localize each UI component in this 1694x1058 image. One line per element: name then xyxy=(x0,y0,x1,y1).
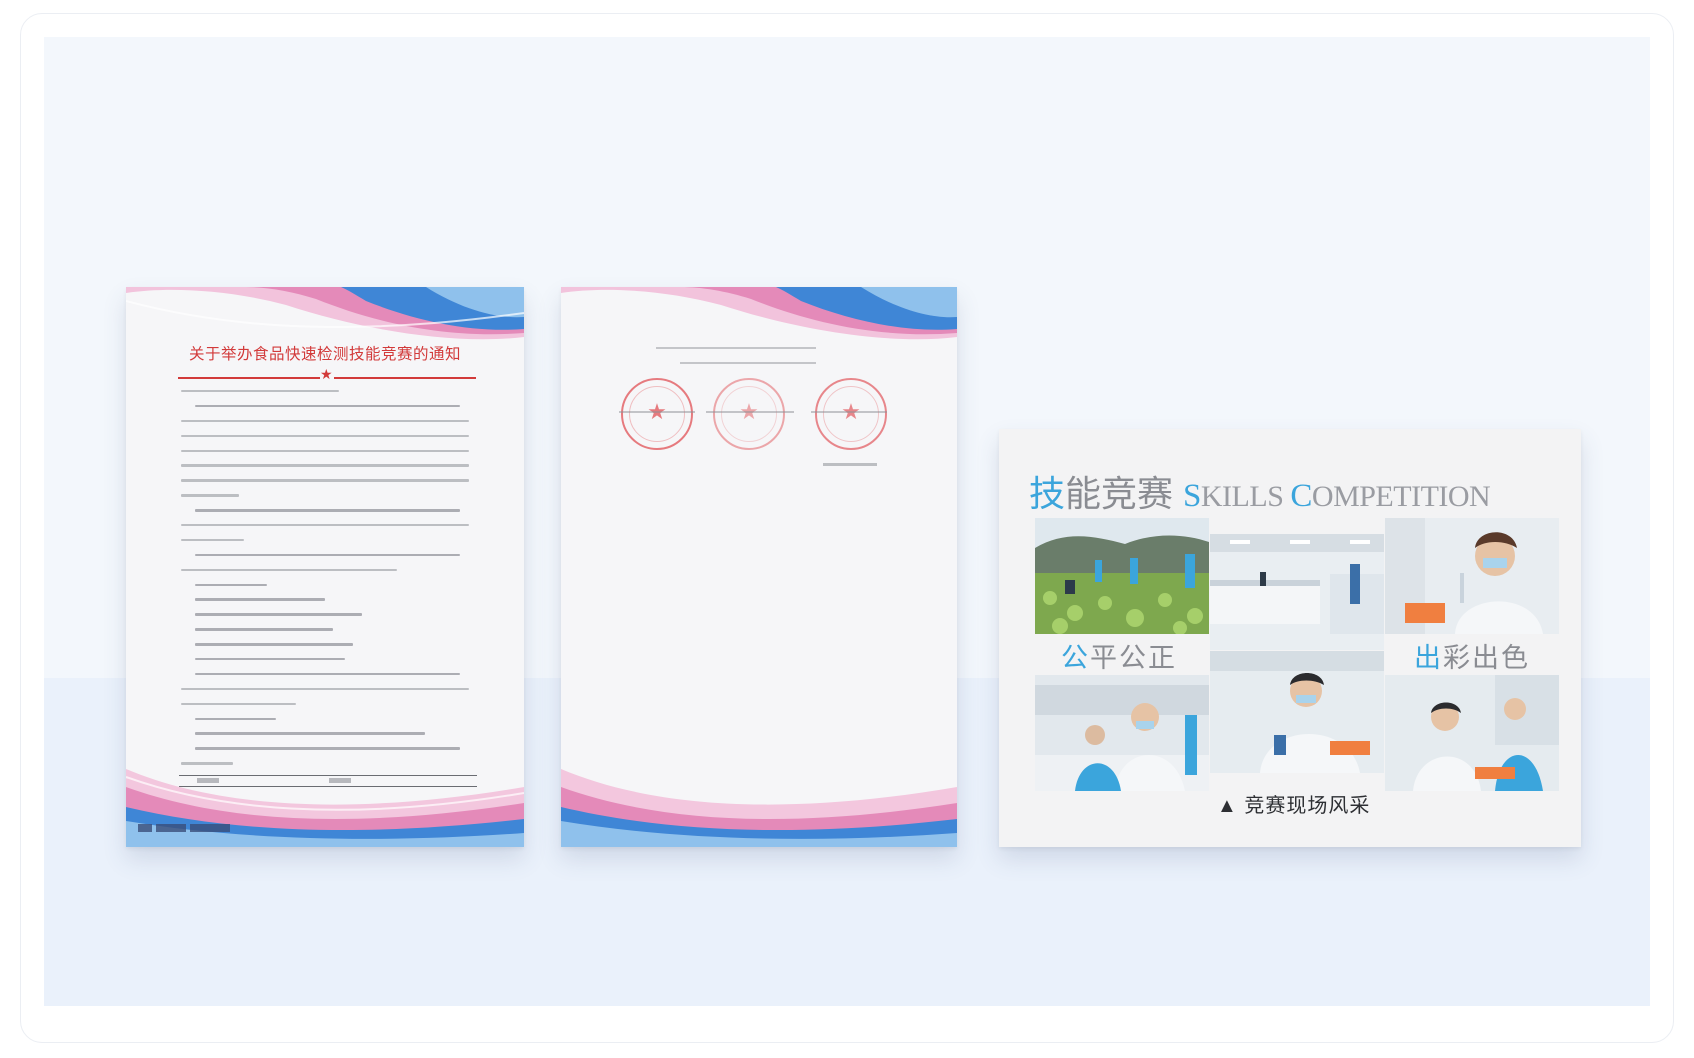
official-seal-3: ★ xyxy=(815,378,887,450)
signature-line-1 xyxy=(619,411,695,413)
card-title-highlight: 技 xyxy=(1029,473,1066,514)
caption-fair-and-just: 公平公正 xyxy=(1061,643,1177,673)
card-title-zh: 能竞赛 xyxy=(1065,473,1174,514)
notice-document-page-2: ★ ★ ★ xyxy=(561,287,957,847)
card-title-en: SKILLS COMPETITION xyxy=(1183,478,1491,514)
notice-title: 关于举办食品快速检测技能竞赛的通知 xyxy=(188,345,461,363)
header-wave-graphic xyxy=(561,287,957,340)
title-rule-left xyxy=(178,377,320,379)
caption-competition-scene: ▲ 竞赛现场风采 xyxy=(1217,795,1371,817)
signature-line-2 xyxy=(706,411,794,413)
notice-body-text xyxy=(181,390,469,777)
footer-wave-graphic xyxy=(561,769,957,847)
showcase-stage: 关于举办食品快速检测技能竞赛的通知 ★ 技能竞赛 SKILLS COMPETIT… xyxy=(44,37,1650,1006)
header-wave-graphic xyxy=(126,287,524,340)
photo-bench-work xyxy=(1385,675,1559,791)
issue-date xyxy=(823,463,877,466)
notice-document-page-1: 关于举办食品快速检测技能竞赛的通知 ★ xyxy=(126,287,524,847)
card-title: 技能竞赛 SKILLS COMPETITION xyxy=(1029,465,1491,517)
caption-outstanding: 出彩出色 xyxy=(1414,643,1530,673)
photo-field-sampling xyxy=(1035,518,1209,634)
official-seal-1: ★ xyxy=(621,378,693,450)
photo-laboratory xyxy=(1210,534,1384,650)
footer-wave-graphic xyxy=(126,769,524,847)
title-rule-right xyxy=(334,377,476,379)
signature-line-3 xyxy=(811,411,887,413)
photo-sample-testing xyxy=(1035,675,1209,791)
photo-analyst-at-bench xyxy=(1210,651,1384,773)
official-seal-2: ★ xyxy=(713,378,785,450)
photo-technician-pipetting xyxy=(1385,518,1559,634)
contact-info xyxy=(656,347,816,377)
publisher-logo xyxy=(138,817,248,832)
star-icon: ★ xyxy=(320,367,333,383)
skills-competition-card: 技能竞赛 SKILLS COMPETITION 公平公正 出彩出色 ▲ 竞赛现场… xyxy=(999,429,1581,847)
